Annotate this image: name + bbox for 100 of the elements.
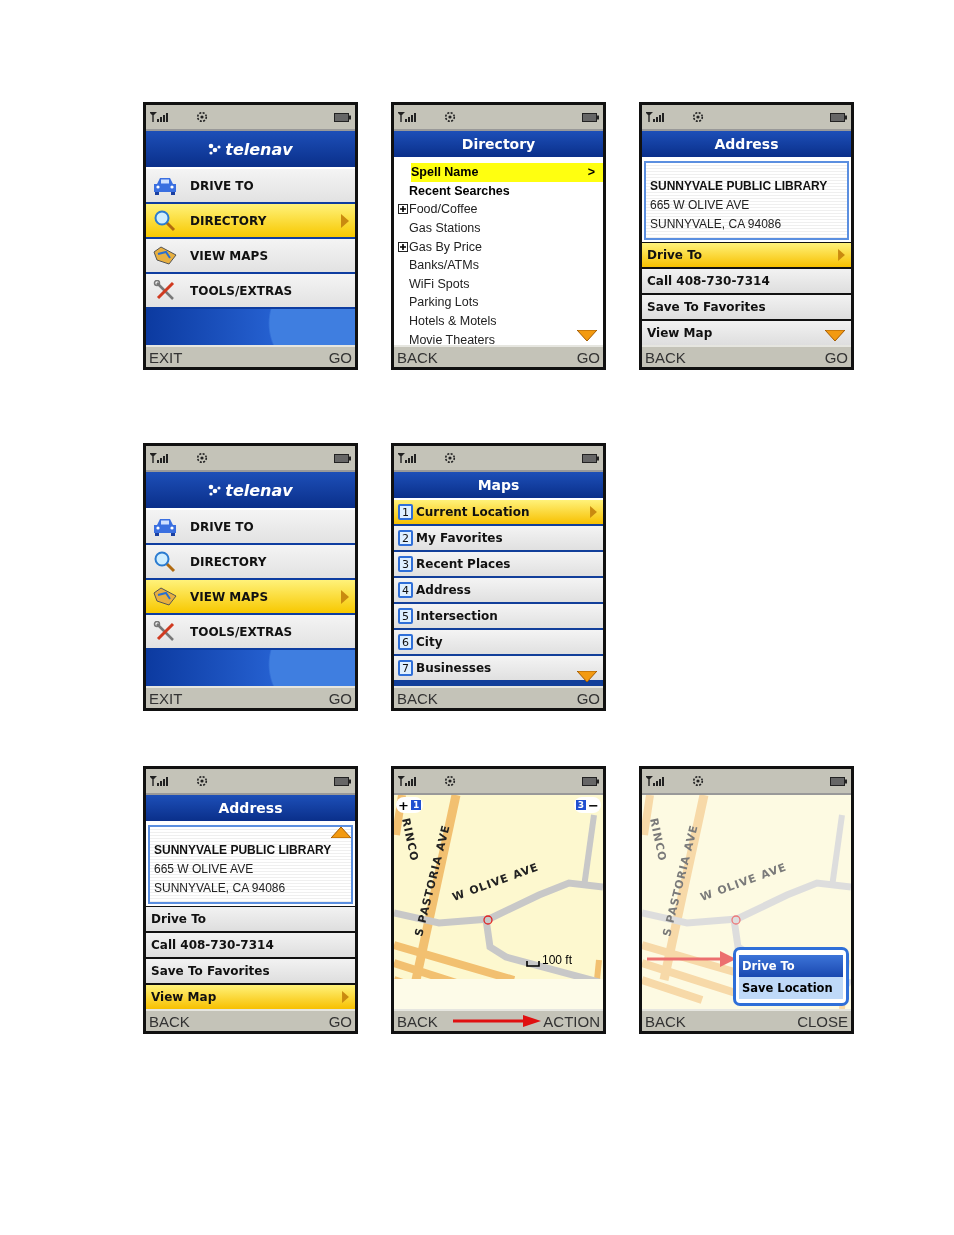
left-softkey[interactable]: EXIT	[149, 689, 183, 707]
right-softkey[interactable]: GO	[576, 689, 600, 707]
number-badge: 4	[398, 582, 413, 598]
city-address: SUNNYVALE, CA 94086	[650, 216, 783, 233]
battery-icon	[334, 112, 351, 122]
menu-item[interactable]: 4 Address	[394, 578, 603, 602]
caret-icon	[341, 589, 349, 604]
left-softkey[interactable]: BACK	[645, 348, 686, 366]
action-item[interactable]: Save To Favorites	[146, 959, 355, 983]
street-address: 665 W OLIVE AVE	[650, 197, 751, 214]
scale-bar-icon	[526, 961, 540, 967]
right-softkey[interactable]: CLOSE	[797, 1012, 848, 1030]
menu-item[interactable]: 7 Businesses	[394, 656, 603, 680]
list-item[interactable]: Hotels & Motels	[394, 311, 603, 331]
popup-item[interactable]: Drive To	[739, 955, 843, 977]
item-label: Current Location	[416, 505, 530, 519]
right-softkey[interactable]: GO	[328, 348, 352, 366]
list-item[interactable]: Movie Theaters	[394, 330, 603, 345]
number-badge: 3	[398, 556, 413, 572]
caret-icon	[590, 506, 597, 518]
screen-title: Address	[146, 795, 355, 823]
menu-item[interactable]: VIEW MAPS	[146, 239, 355, 272]
expand-icon	[398, 204, 408, 215]
menu-item[interactable]: 2 My Favorites	[394, 526, 603, 550]
battery-icon	[334, 776, 351, 786]
item-label: City	[416, 635, 443, 649]
menu-item[interactable]: TOOLS/EXTRAS	[146, 274, 355, 307]
action-item[interactable]: Call 408-730-7314	[146, 933, 355, 957]
map-cursor-icon	[483, 915, 493, 925]
gear-icon	[692, 775, 704, 787]
battery-icon	[582, 112, 599, 122]
caret-icon	[341, 213, 349, 228]
battery-icon	[582, 776, 599, 786]
menu-item[interactable]: 1 Current Location	[394, 500, 603, 524]
list-item[interactable]: Gas By Price	[394, 237, 603, 256]
menu-item[interactable]: DRIVE TO	[146, 510, 355, 543]
right-softkey[interactable]: GO	[576, 348, 600, 366]
left-softkey[interactable]: BACK	[397, 348, 438, 366]
list-item[interactable]: Gas Stations	[394, 218, 603, 238]
gear-icon	[444, 775, 456, 787]
action-item[interactable]: Drive To	[146, 907, 355, 931]
street-label: RINCO	[647, 816, 669, 863]
left-softkey[interactable]: EXIT	[149, 348, 183, 366]
map-icon	[152, 586, 178, 607]
zoom-in-button[interactable]: + 1	[396, 797, 424, 813]
left-softkey[interactable]: BACK	[397, 1012, 438, 1030]
right-softkey[interactable]: GO	[328, 689, 352, 707]
menu-item[interactable]: 6 City	[394, 630, 603, 654]
street-label: RINCO	[399, 816, 421, 863]
gear-icon	[196, 452, 208, 464]
car-icon	[152, 175, 178, 196]
right-softkey[interactable]: ACTION	[543, 1012, 600, 1030]
action-item[interactable]: View Map	[146, 985, 355, 1009]
item-label: Businesses	[416, 661, 492, 675]
menu-item[interactable]: DIRECTORY	[146, 204, 355, 237]
screen-title: Address	[642, 131, 851, 159]
number-badge: 5	[398, 608, 413, 624]
item-label: Recent Places	[416, 557, 511, 571]
street-address: 665 W OLIVE AVE	[154, 861, 255, 878]
number-badge: 6	[398, 634, 413, 650]
item-label: My Favorites	[416, 531, 503, 545]
place-name: SUNNYVALE PUBLIC LIBRARY	[154, 842, 333, 859]
list-item[interactable]: WiFi Spots	[394, 274, 603, 294]
menu-item[interactable]: DRIVE TO	[146, 169, 355, 202]
list-item[interactable]: Banks/ATMs	[394, 255, 603, 275]
battery-icon	[334, 453, 351, 463]
action-item[interactable]: View Map	[642, 321, 851, 345]
list-item[interactable]: Recent Searches	[394, 181, 603, 201]
list-item[interactable]: Food/Coffee	[394, 200, 603, 219]
city-address: SUNNYVALE, CA 94086	[154, 880, 287, 897]
menu-item[interactable]: DIRECTORY	[146, 545, 355, 578]
magnifier-icon	[152, 209, 178, 232]
right-softkey[interactable]: GO	[328, 1012, 352, 1030]
gear-icon	[692, 111, 704, 123]
menu-item[interactable]: 3 Recent Places	[394, 552, 603, 576]
map-icon	[152, 245, 178, 266]
menu-item[interactable]: VIEW MAPS	[146, 580, 355, 613]
magnifier-icon	[152, 550, 178, 573]
item-label: Intersection	[416, 609, 498, 623]
action-item[interactable]: Call 408-730-7314	[642, 269, 851, 293]
screen-title: Maps	[394, 472, 603, 500]
list-item[interactable]: Spell Name >	[411, 163, 603, 182]
popup-item[interactable]: Save Location	[739, 977, 843, 999]
left-softkey[interactable]: BACK	[397, 689, 438, 707]
gear-icon	[444, 111, 456, 123]
menu-item[interactable]: TOOLS/EXTRAS	[146, 615, 355, 648]
right-softkey[interactable]: GO	[824, 348, 848, 366]
battery-icon	[830, 112, 847, 122]
list-item[interactable]: Parking Lots	[394, 293, 603, 312]
left-softkey[interactable]: BACK	[149, 1012, 190, 1030]
menu-item[interactable]: 5 Intersection	[394, 604, 603, 628]
chevron-text: >	[587, 165, 595, 180]
place-name: SUNNYVALE PUBLIC LIBRARY	[650, 178, 829, 195]
action-item[interactable]: Save To Favorites	[642, 295, 851, 319]
map-cursor-icon	[731, 915, 741, 925]
caret-icon	[342, 991, 349, 1003]
scale-text: 100 ft	[542, 953, 573, 967]
action-item[interactable]: Drive To	[642, 243, 851, 267]
battery-icon	[582, 453, 599, 463]
left-softkey[interactable]: BACK	[645, 1012, 686, 1030]
